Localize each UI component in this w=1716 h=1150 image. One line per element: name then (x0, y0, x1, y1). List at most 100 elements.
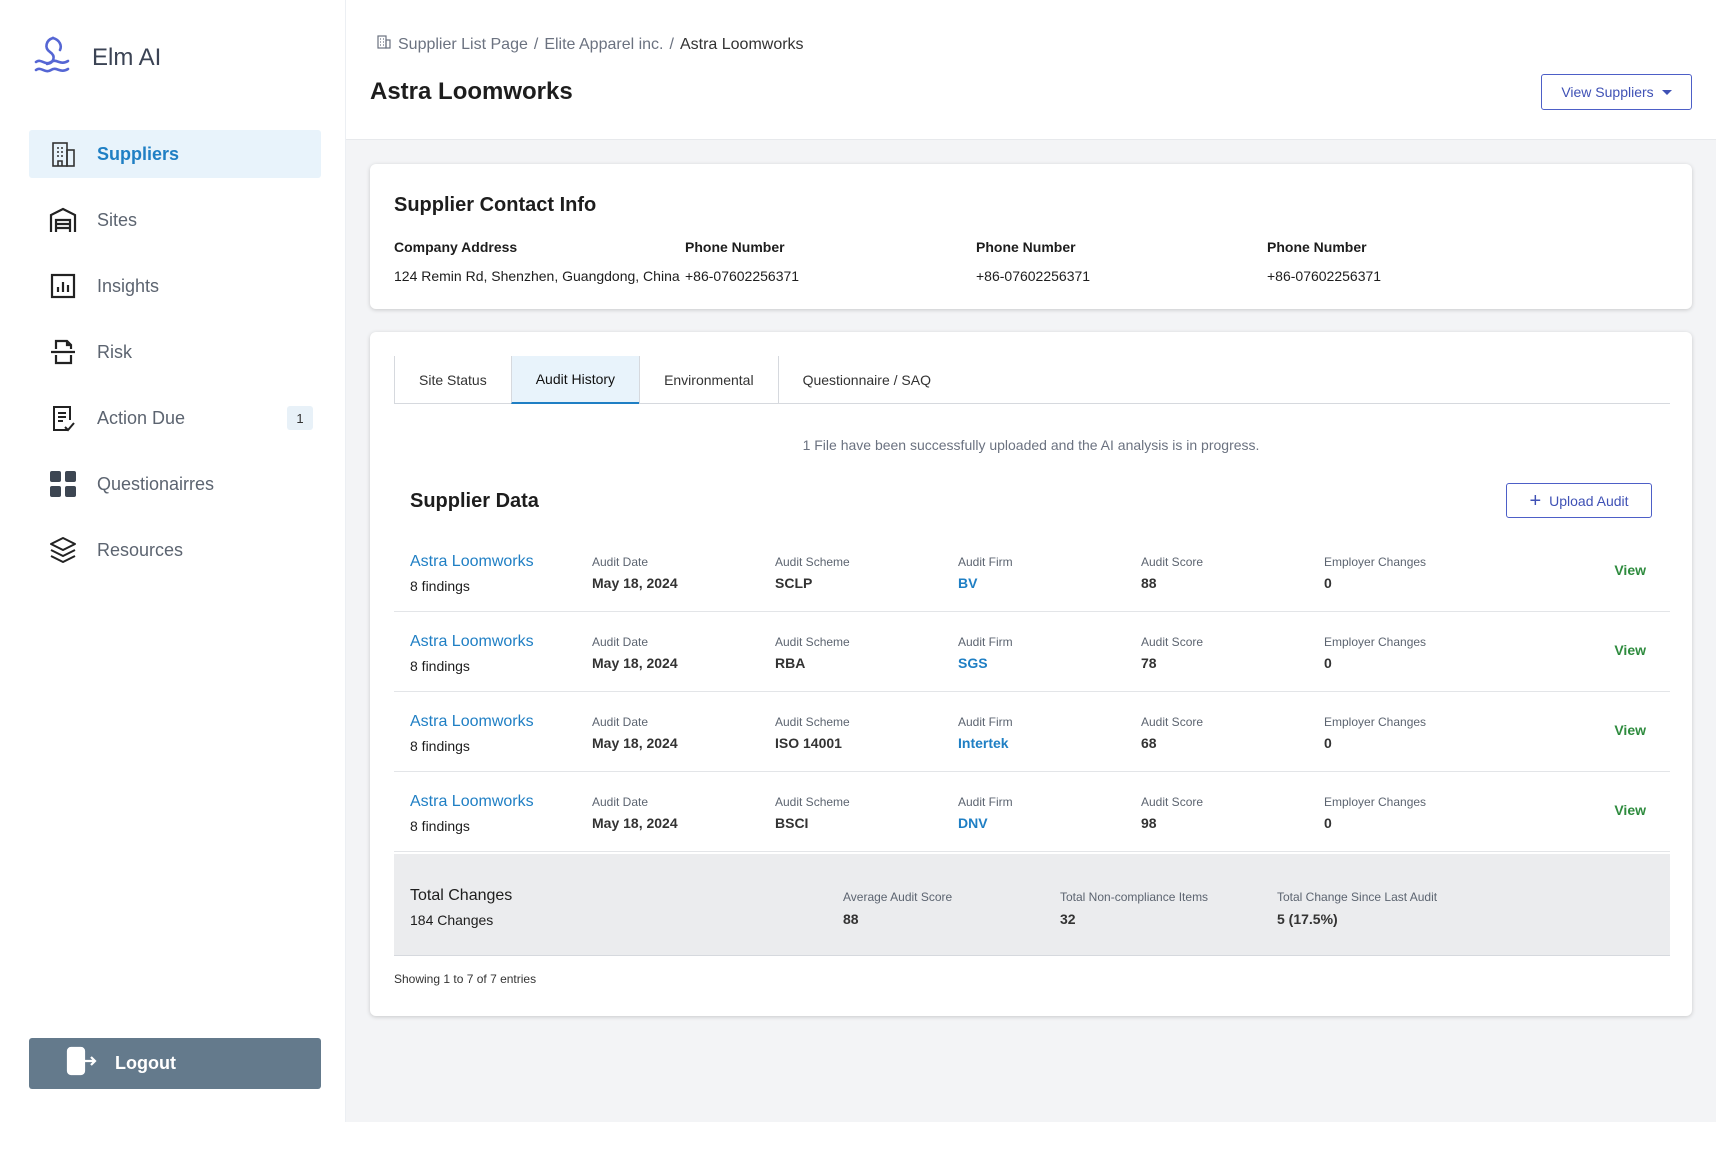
supplier-name-link[interactable]: Astra Loomworks (410, 793, 534, 811)
brand[interactable]: Elm AI (32, 34, 161, 81)
total-changes-value: 184 Changes (410, 912, 494, 928)
audit-card: Site Status Audit History Environmental … (370, 332, 1692, 1016)
contact-label: Phone Number (685, 239, 785, 255)
cell-value: ISO 14001 (775, 735, 842, 751)
tab-site-status[interactable]: Site Status (394, 356, 511, 404)
supplier-name-link[interactable]: Astra Loomworks (410, 553, 534, 571)
audit-firm-link[interactable]: DNV (958, 815, 1013, 831)
table-row: Astra Loomworks 8 findings Audit Date May… (394, 772, 1670, 852)
audit-score-cell: Audit Score 78 (1141, 635, 1203, 671)
employer-changes-cell: Employer Changes 0 (1324, 555, 1426, 591)
sidebar-item-resources[interactable]: Resources (29, 526, 321, 574)
view-link[interactable]: View (1614, 562, 1646, 578)
contact-column: Phone Number +86-07602256371 (976, 239, 1090, 284)
upload-notice: 1 File have been successfully uploaded a… (802, 437, 1260, 453)
table-row: Astra Loomworks 8 findings Audit Date May… (394, 532, 1670, 612)
employer-changes-cell: Employer Changes 0 (1324, 795, 1426, 831)
cell-value: 0 (1324, 655, 1332, 671)
sidebar-item-label: Resources (97, 539, 184, 560)
logout-button[interactable]: Logout (29, 1038, 321, 1089)
cell-label: Audit Score (1141, 715, 1204, 729)
audit-date-cell: Audit Date May 18, 2024 (592, 635, 678, 671)
cell-value: May 18, 2024 (592, 575, 678, 591)
sidebar: Elm AI Suppliers Sites Insights Risk Act… (0, 0, 346, 1122)
cell-label: Audit Scheme (775, 555, 850, 569)
findings-count: 8 findings (410, 578, 470, 594)
building-icon (47, 138, 79, 170)
contact-value: 124 Remin Rd, Shenzhen, Guangdong, China (394, 268, 680, 284)
view-link[interactable]: View (1614, 802, 1646, 818)
stat-label: Average Audit Score (843, 890, 953, 904)
audit-date-cell: Audit Date May 18, 2024 (592, 715, 678, 751)
upload-audit-label: Upload Audit (1549, 492, 1629, 509)
sidebar-item-label: Sites (97, 209, 138, 230)
change-since-last-audit-stat: Total Change Since Last Audit 5 (17.5%) (1277, 890, 1437, 927)
cell-label: Audit Firm (958, 795, 1013, 809)
audit-firm-link[interactable]: SGS (958, 655, 1013, 671)
cell-value: SCLP (775, 575, 813, 591)
audit-firm-cell: Audit Firm Intertek (958, 715, 1013, 751)
average-audit-score-stat: Average Audit Score 88 (843, 890, 952, 927)
sidebar-item-risk[interactable]: Risk (29, 328, 321, 376)
cell-value: 0 (1324, 575, 1332, 591)
page-header: Supplier List Page / Elite Apparel inc. … (346, 0, 1716, 140)
tab-bar: Site Status Audit History Environmental … (394, 356, 1670, 404)
sidebar-item-suppliers[interactable]: Suppliers (29, 130, 321, 178)
breadcrumb-separator: / (533, 35, 539, 53)
pagination-info: Showing 1 to 7 of 7 entries (394, 972, 537, 986)
cell-label: Audit Scheme (775, 795, 850, 809)
audit-list: Astra Loomworks 8 findings Audit Date May… (394, 532, 1670, 852)
page-title: Astra Loomworks (370, 78, 573, 105)
cell-label: Audit Date (592, 715, 649, 729)
stat-value: 88 (843, 911, 859, 927)
contact-value: +86-07602256371 (685, 268, 800, 284)
sidebar-item-sites[interactable]: Sites (29, 196, 321, 244)
audit-date-cell: Audit Date May 18, 2024 (592, 795, 678, 831)
sidebar-item-label: Questionairres (97, 473, 215, 494)
view-link[interactable]: View (1614, 642, 1646, 658)
sidebar-item-label: Insights (97, 275, 160, 296)
cell-value: 0 (1324, 735, 1332, 751)
stat-label: Total Change Since Last Audit (1277, 890, 1438, 904)
breadcrumb-item[interactable]: Supplier List Page (398, 36, 528, 54)
cell-label: Audit Firm (958, 715, 1013, 729)
audit-score-cell: Audit Score 98 (1141, 795, 1203, 831)
contact-label: Phone Number (1267, 239, 1367, 255)
supplier-name-link[interactable]: Astra Loomworks (410, 713, 534, 731)
cell-label: Employer Changes (1324, 635, 1427, 649)
sidebar-item-label: Action Due (97, 407, 186, 428)
findings-count: 8 findings (410, 738, 470, 754)
sidebar-item-insights[interactable]: Insights (29, 262, 321, 310)
upload-audit-button[interactable]: + Upload Audit (1506, 483, 1652, 518)
cell-label: Audit Date (592, 555, 649, 569)
tab-questionnaire-saq[interactable]: Questionnaire / SAQ (777, 356, 955, 404)
action-due-count-badge: 1 (287, 406, 313, 430)
sidebar-item-questionairres[interactable]: Questionairres (29, 460, 321, 508)
view-suppliers-button[interactable]: View Suppliers (1541, 74, 1692, 110)
view-link[interactable]: View (1614, 722, 1646, 738)
breadcrumb-item[interactable]: Elite Apparel inc. (544, 36, 663, 54)
table-row: Astra Loomworks 8 findings Audit Date May… (394, 692, 1670, 772)
contact-card-title: Supplier Contact Info (394, 194, 597, 216)
employer-changes-cell: Employer Changes 0 (1324, 715, 1426, 751)
audit-firm-link[interactable]: BV (958, 575, 1013, 591)
breadcrumb-separator: / (669, 35, 674, 53)
tab-environmental[interactable]: Environmental (639, 356, 778, 404)
view-suppliers-label: View Suppliers (1561, 84, 1654, 100)
cell-label: Audit Date (592, 635, 649, 649)
sidebar-item-label: Risk (97, 341, 132, 362)
contact-label: Phone Number (976, 239, 1076, 255)
cell-value: May 18, 2024 (592, 655, 678, 671)
grid-icon (47, 468, 79, 500)
cell-label: Employer Changes (1324, 555, 1427, 569)
cell-label: Employer Changes (1324, 795, 1427, 809)
sidebar-item-action-due[interactable]: Action Due 1 (29, 394, 321, 442)
cell-label: Audit Score (1141, 795, 1204, 809)
tab-audit-history[interactable]: Audit History (510, 356, 640, 404)
breadcrumb: Supplier List Page / Elite Apparel inc. … (376, 34, 804, 55)
supplier-name-link[interactable]: Astra Loomworks (410, 633, 534, 651)
employer-changes-cell: Employer Changes 0 (1324, 635, 1426, 671)
audit-firm-link[interactable]: Intertek (958, 735, 1013, 751)
wave-logo-icon (32, 34, 74, 81)
findings-count: 8 findings (410, 658, 470, 674)
